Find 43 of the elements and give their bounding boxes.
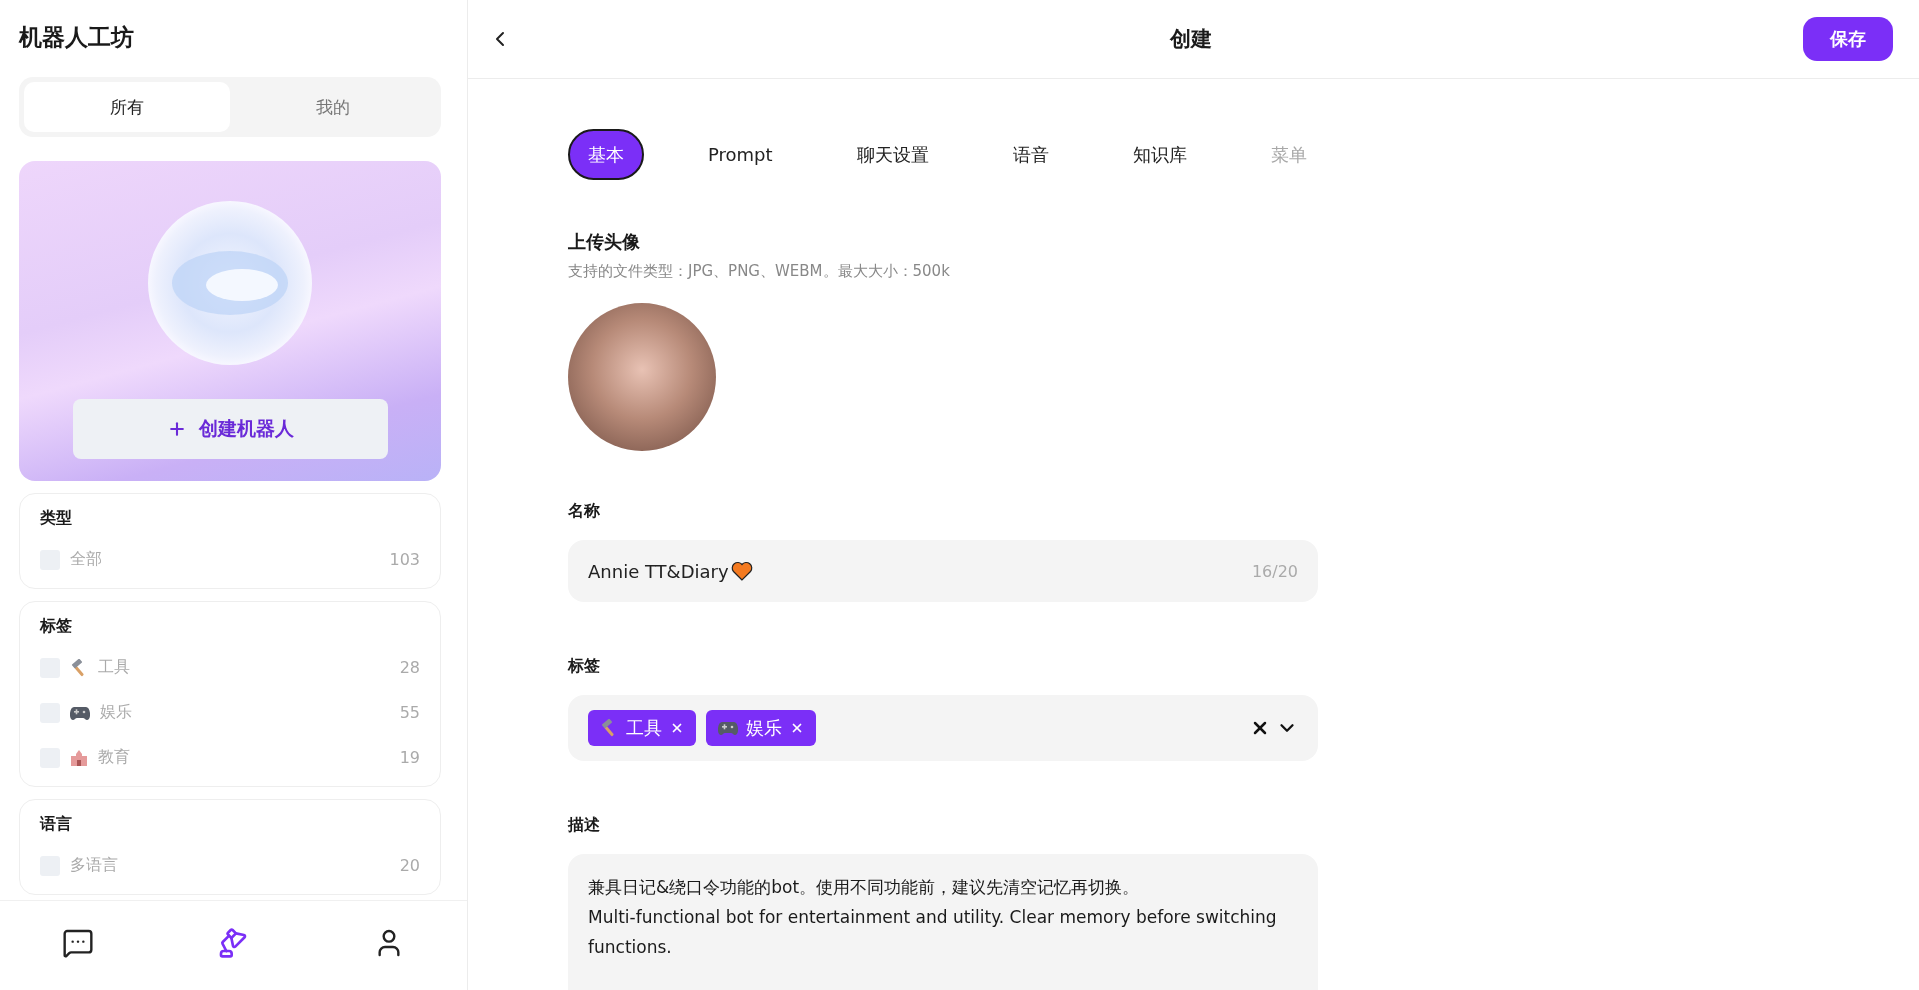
char-counter: 16/20: [1251, 561, 1298, 581]
school-icon: [70, 748, 88, 767]
field-label: 标签: [568, 656, 601, 677]
tag-chip[interactable]: 娱乐: [706, 710, 816, 746]
create-bot-button[interactable]: 创建机器人: [72, 399, 388, 459]
tab[interactable]: 聊天设置: [836, 129, 949, 180]
scope-tab[interactable]: 我的: [230, 82, 436, 132]
tab[interactable]: Prompt: [688, 129, 793, 180]
filter-count: 28: [399, 658, 420, 677]
file-note: 支持的文件类型：JPG、PNG、WEBM。最大大小：500k: [568, 262, 951, 281]
page-title: 创建: [1169, 26, 1212, 53]
description-field[interactable]: 兼具日记&绕口令功能的bot。使用不同功能前，建议先清空记忆再切换。 Multi-functional bot for entertainment and utility. Clear memory before switching functions.: [568, 854, 1318, 990]
filter-title: 标签: [40, 616, 73, 637]
name-field[interactable]: Annie TT&Diary 16/20: [568, 540, 1318, 602]
description-text: 兼具日记&绕口令功能的bot。使用不同功能前，建议先清空记忆再切换。 Multi-functional bot for entertainment and utility. Clear memory before switching functions.: [588, 876, 1278, 959]
filter-count: 103: [389, 550, 420, 569]
tab[interactable]: 语音: [992, 129, 1069, 180]
remove-icon: [790, 721, 804, 735]
filter-count: 55: [399, 703, 420, 722]
filter-label: 娱乐: [100, 702, 133, 723]
filter-title: 类型: [40, 508, 73, 529]
gamepad-icon: [718, 720, 738, 736]
filter-count: 19: [399, 748, 420, 767]
scope-tab[interactable]: 所有: [24, 82, 230, 132]
section-title: 上传头像: [568, 230, 641, 254]
save-button[interactable]: 保存: [1803, 17, 1893, 61]
tags-field[interactable]: 工具 娱乐: [568, 695, 1318, 761]
tag-chip[interactable]: 工具: [588, 710, 696, 746]
name-value: Annie TT&Diary: [588, 560, 729, 582]
filter-label: 多语言: [70, 855, 119, 876]
filter-label: 全部: [70, 549, 103, 570]
filter-label: 教育: [98, 747, 131, 768]
sidebar-title: 机器人工坊: [19, 23, 135, 52]
field-label: 名称: [568, 501, 601, 522]
gamepad-icon: [70, 704, 90, 721]
heart-icon: [730, 561, 753, 581]
remove-icon: [670, 721, 684, 735]
filter-title: 语言: [40, 814, 73, 835]
field-label: 描述: [568, 815, 601, 836]
filter-count: 20: [399, 856, 420, 875]
tab[interactable]: 知识库: [1112, 129, 1207, 180]
filter-label: 工具: [98, 657, 131, 678]
tab[interactable]: 基本: [568, 129, 644, 180]
